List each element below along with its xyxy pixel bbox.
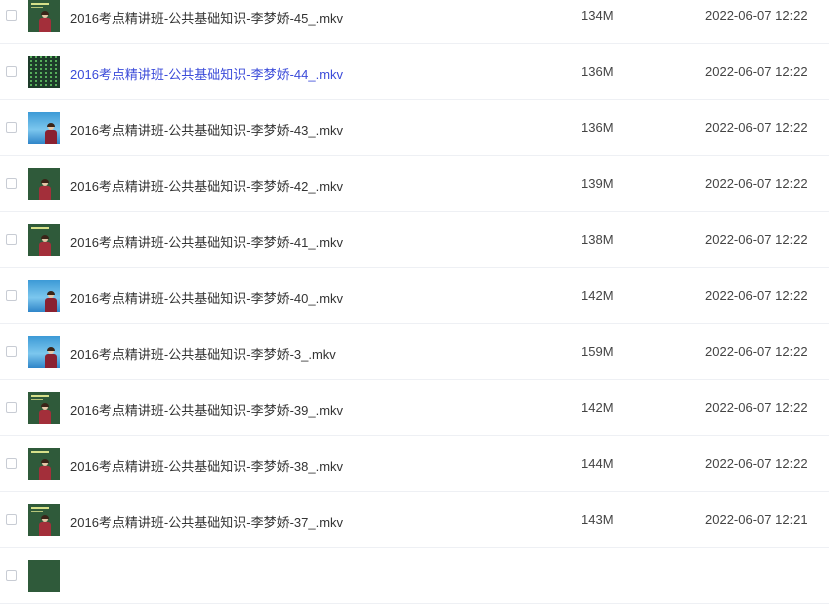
file-row[interactable]: 2016考点精讲班-公共基础知识-李梦娇-43_.mkv 136M 2022-0…: [0, 100, 829, 156]
row-checkbox[interactable]: [6, 66, 17, 77]
file-name[interactable]: 2016考点精讲班-公共基础知识-李梦娇-41_.mkv: [70, 232, 343, 251]
file-row[interactable]: 2016考点精讲班-公共基础知识-李梦娇-45_.mkv 134M 2022-0…: [0, 0, 829, 44]
video-thumbnail[interactable]: [28, 280, 60, 312]
file-name[interactable]: 2016考点精讲班-公共基础知识-李梦娇-45_.mkv: [70, 8, 343, 27]
row-checkbox[interactable]: [6, 458, 17, 469]
file-size: 139M: [581, 176, 614, 191]
file-name[interactable]: 2016考点精讲班-公共基础知识-李梦娇-39_.mkv: [70, 400, 343, 419]
file-row[interactable]: 2016考点精讲班-公共基础知识-李梦娇-39_.mkv 142M 2022-0…: [0, 380, 829, 436]
file-date: 2022-06-07 12:22: [705, 288, 808, 303]
video-thumbnail[interactable]: [28, 112, 60, 144]
video-thumbnail[interactable]: [28, 504, 60, 536]
file-list: 2016考点精讲班-公共基础知识-李梦娇-45_.mkv 134M 2022-0…: [0, 0, 829, 604]
video-thumbnail[interactable]: [28, 0, 60, 32]
file-size: 134M: [581, 8, 614, 23]
file-size: 136M: [581, 120, 614, 135]
video-thumbnail[interactable]: [28, 448, 60, 480]
video-thumbnail[interactable]: [28, 168, 60, 200]
file-name[interactable]: 2016考点精讲班-公共基础知识-李梦娇-43_.mkv: [70, 120, 343, 139]
file-row[interactable]: 2016考点精讲班-公共基础知识-李梦娇-41_.mkv 138M 2022-0…: [0, 212, 829, 268]
video-thumbnail[interactable]: [28, 336, 60, 368]
row-checkbox[interactable]: [6, 346, 17, 357]
file-size: 142M: [581, 400, 614, 415]
file-name[interactable]: 2016考点精讲班-公共基础知识-李梦娇-37_.mkv: [70, 512, 343, 531]
file-name[interactable]: 2016考点精讲班-公共基础知识-李梦娇-38_.mkv: [70, 456, 343, 475]
file-date: 2022-06-07 12:22: [705, 400, 808, 415]
file-name[interactable]: 2016考点精讲班-公共基础知识-李梦娇-40_.mkv: [70, 288, 343, 307]
file-size: 143M: [581, 512, 614, 527]
video-thumbnail[interactable]: [28, 392, 60, 424]
file-date: 2022-06-07 12:21: [705, 512, 808, 527]
file-size: 159M: [581, 344, 614, 359]
file-date: 2022-06-07 12:22: [705, 232, 808, 247]
row-checkbox[interactable]: [6, 290, 17, 301]
file-size: 144M: [581, 456, 614, 471]
file-row[interactable]: 2016考点精讲班-公共基础知识-李梦娇-38_.mkv 144M 2022-0…: [0, 436, 829, 492]
row-checkbox[interactable]: [6, 10, 17, 21]
file-row[interactable]: 2016考点精讲班-公共基础知识-李梦娇-44_.mkv 136M 2022-0…: [0, 44, 829, 100]
file-size: 136M: [581, 64, 614, 79]
file-date: 2022-06-07 12:22: [705, 120, 808, 135]
file-row[interactable]: 2016考点精讲班-公共基础知识-李梦娇-42_.mkv 139M 2022-0…: [0, 156, 829, 212]
row-checkbox[interactable]: [6, 514, 17, 525]
row-checkbox[interactable]: [6, 570, 17, 581]
video-thumbnail[interactable]: [28, 224, 60, 256]
file-row[interactable]: 2016考点精讲班-公共基础知识-李梦娇-40_.mkv 142M 2022-0…: [0, 268, 829, 324]
file-date: 2022-06-07 12:22: [705, 344, 808, 359]
row-checkbox[interactable]: [6, 402, 17, 413]
video-thumbnail[interactable]: [28, 560, 60, 592]
file-row[interactable]: 2016考点精讲班-公共基础知识-李梦娇-3_.mkv 159M 2022-06…: [0, 324, 829, 380]
file-date: 2022-06-07 12:22: [705, 8, 808, 23]
file-date: 2022-06-07 12:22: [705, 456, 808, 471]
row-checkbox[interactable]: [6, 178, 17, 189]
file-date: 2022-06-07 12:22: [705, 64, 808, 79]
file-name[interactable]: 2016考点精讲班-公共基础知识-李梦娇-44_.mkv: [70, 64, 343, 83]
file-row[interactable]: 2016考点精讲班-公共基础知识-李梦娇-37_.mkv 143M 2022-0…: [0, 492, 829, 548]
row-checkbox[interactable]: [6, 122, 17, 133]
file-name[interactable]: 2016考点精讲班-公共基础知识-李梦娇-42_.mkv: [70, 176, 343, 195]
row-checkbox[interactable]: [6, 234, 17, 245]
file-size: 138M: [581, 232, 614, 247]
file-row[interactable]: [0, 548, 829, 604]
file-name[interactable]: 2016考点精讲班-公共基础知识-李梦娇-3_.mkv: [70, 344, 336, 363]
file-size: 142M: [581, 288, 614, 303]
video-thumbnail[interactable]: [28, 56, 60, 88]
file-date: 2022-06-07 12:22: [705, 176, 808, 191]
